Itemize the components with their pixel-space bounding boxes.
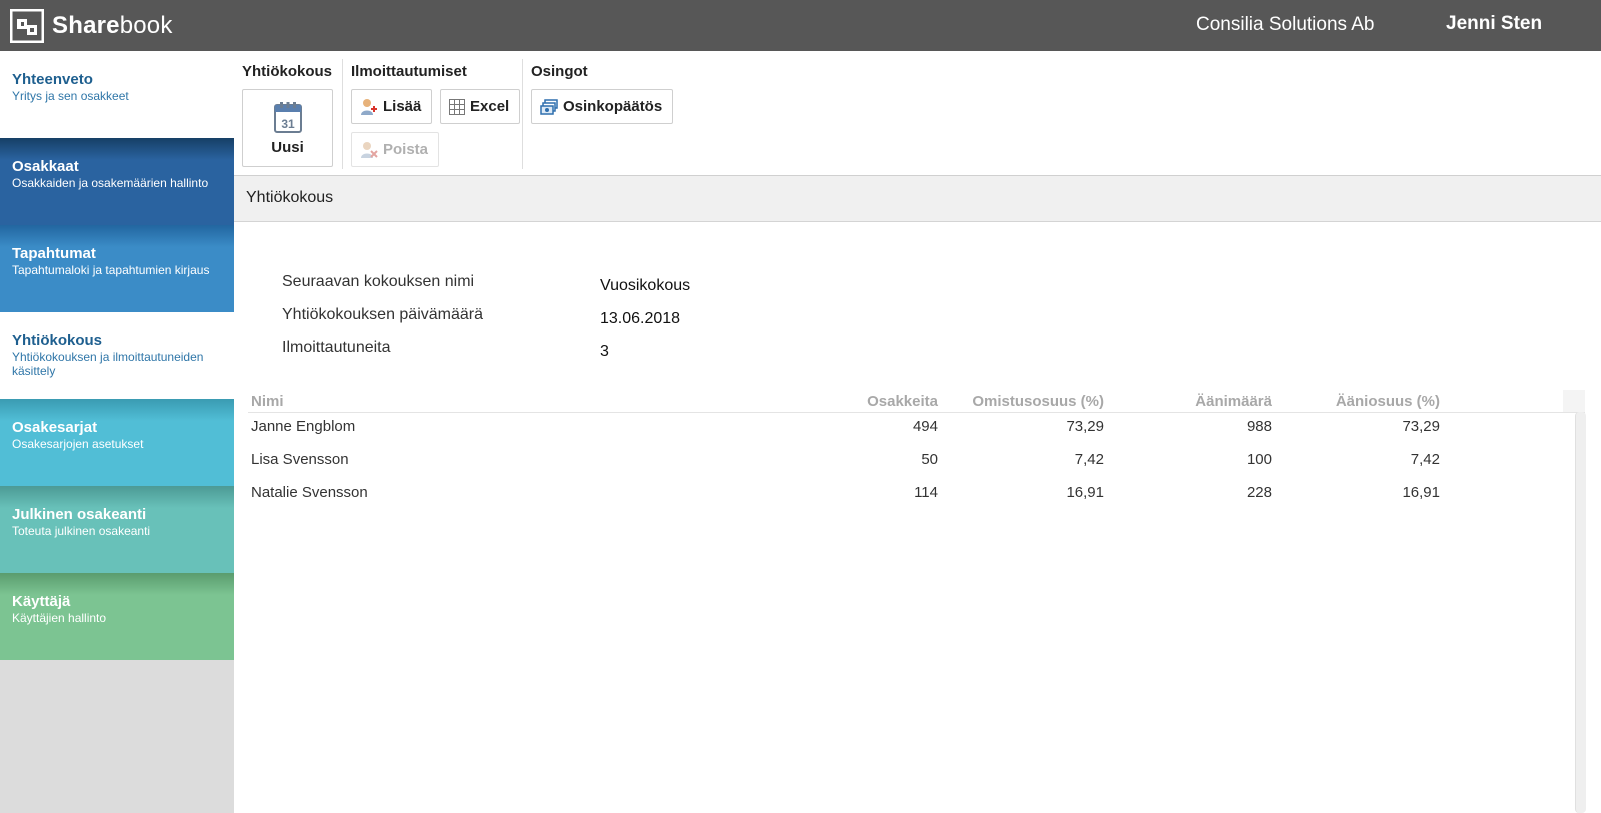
- sidebar-item-subtitle: Yhtiökokouksen ja ilmoittautuneiden käsi…: [12, 350, 204, 378]
- table-header-corner: [1563, 390, 1585, 413]
- cell-name: Janne Engblom: [251, 418, 356, 435]
- remove-label: Poista: [383, 141, 429, 158]
- sidebar-item-subtitle: Toteuta julkinen osakeanti: [12, 524, 151, 538]
- excel-label: Excel: [470, 98, 510, 115]
- table-row[interactable]: Lisa Svensson 50 7,42 100 7,42: [248, 451, 1563, 477]
- cell-name: Natalie Svensson: [251, 484, 368, 501]
- meeting-name-label: Seuraavan kokouksen nimi: [282, 273, 475, 290]
- dividend-decision-button[interactable]: Osinkopäätös: [531, 89, 674, 124]
- cell-votes: 228: [1246, 484, 1272, 501]
- app-logo[interactable]: Sharebook: [10, 8, 173, 44]
- new-meeting-label: Uusi: [271, 138, 304, 156]
- sidebar: Yhteenveto Yritys ja sen osakkeet Osakka…: [0, 51, 234, 813]
- meeting-name-value: Vuosikokous: [600, 277, 691, 294]
- sidebar-item-title: Osakesarjat: [12, 419, 98, 436]
- table-row[interactable]: Janne Engblom 494 73,29 988 73,29: [248, 418, 1563, 444]
- remove-registration-button[interactable]: Poista: [351, 132, 440, 167]
- add-user-icon: [361, 98, 377, 115]
- sidebar-item-osakkaat[interactable]: Osakkaat Osakkaiden ja osakemäärien hall…: [0, 138, 234, 225]
- column-header-votes[interactable]: Äänimäärä: [1108, 393, 1272, 410]
- cell-shares: 114: [914, 484, 938, 501]
- calendar-day-text: 31: [281, 117, 295, 131]
- new-meeting-button[interactable]: 31 Uusi: [242, 89, 333, 167]
- registered-count-value: 3: [600, 343, 609, 360]
- sharebook-logo-icon: [10, 9, 44, 43]
- column-header-ownership[interactable]: Omistusosuus (%): [928, 393, 1104, 410]
- sidebar-item-subtitle: Yritys ja sen osakkeet: [12, 89, 129, 103]
- cell-ownership: 16,91: [1066, 484, 1104, 501]
- table-grid-icon: [449, 98, 465, 115]
- dividend-label: Osinkopäätös: [563, 98, 663, 115]
- sidebar-item-title: Yhtiökokous: [12, 332, 103, 349]
- toolbar-separator: [522, 59, 523, 169]
- sidebar-item-yhtiokokous[interactable]: Yhtiökokous Yhtiökokouksen ja ilmoittaut…: [0, 312, 234, 399]
- sidebar-item-title: Käyttäjä: [12, 593, 71, 610]
- add-registration-button[interactable]: Lisää: [351, 89, 433, 124]
- column-header-name[interactable]: Nimi: [251, 393, 284, 410]
- sidebar-item-subtitle: Tapahtumaloki ja tapahtumien kirjaus: [12, 263, 210, 277]
- sidebar-item-julkinen-osakeanti[interactable]: Julkinen osakeanti Toteuta julkinen osak…: [0, 486, 234, 573]
- sidebar-item-title: Osakkaat: [12, 158, 79, 175]
- calendar-icon: 31: [273, 101, 302, 133]
- group-title-osingot: Osingot: [531, 63, 588, 80]
- column-header-vote-share[interactable]: Ääniosuus (%): [1278, 393, 1440, 410]
- meeting-date-value: 13.06.2018: [600, 310, 681, 327]
- group-title-yhtiokokous: Yhtiökokous: [242, 63, 333, 80]
- group-title-ilmoittautumiset: Ilmoittautumiset: [351, 63, 467, 80]
- remove-user-icon: [361, 141, 378, 158]
- registrations-table: Nimi Osakkeita Omistusosuus (%) Äänimäär…: [248, 390, 1586, 813]
- cell-votes: 100: [1246, 451, 1272, 468]
- meeting-date-label: Yhtiökokouksen päivämäärä: [282, 306, 484, 323]
- sidebar-item-yhteenveto[interactable]: Yhteenveto Yritys ja sen osakkeet: [0, 51, 234, 138]
- cell-shares: 50: [921, 451, 938, 468]
- cell-ownership: 73,29: [1066, 418, 1104, 435]
- cell-ownership: 7,42: [1074, 451, 1104, 468]
- sidebar-item-title: Tapahtumat: [12, 245, 96, 262]
- table-scrollbar[interactable]: [1575, 412, 1586, 813]
- logo-text: Sharebook: [52, 12, 173, 39]
- section-header: Yhtiökokous: [234, 176, 1601, 222]
- sidebar-item-osakesarjat[interactable]: Osakesarjat Osakesarjojen asetukset: [0, 399, 234, 486]
- cell-shares: 494: [912, 418, 938, 435]
- money-icon: [540, 98, 558, 115]
- sidebar-item-subtitle: Osakkaiden ja osakemäärien hallinto: [12, 176, 209, 190]
- ribbon-toolbar: Yhtiökokous 31 Uusi Ilmoittautumiset Lis…: [234, 51, 1601, 176]
- sidebar-item-title: Julkinen osakeanti: [12, 506, 147, 523]
- table-row[interactable]: Natalie Svensson 114 16,91 228 16,91: [248, 484, 1563, 510]
- registered-count-label: Ilmoittautuneita: [282, 339, 391, 356]
- cell-vote-share: 7,42: [1410, 451, 1440, 468]
- cell-name: Lisa Svensson: [251, 451, 349, 468]
- sidebar-item-subtitle: Käyttäjien hallinto: [12, 611, 107, 625]
- user-name[interactable]: Jenni Sten: [1446, 13, 1542, 35]
- sidebar-item-title: Yhteenveto: [12, 71, 93, 88]
- excel-export-button[interactable]: Excel: [440, 89, 521, 124]
- company-name[interactable]: Consilia Solutions Ab: [1196, 14, 1375, 36]
- sidebar-item-kayttaja[interactable]: Käyttäjä Käyttäjien hallinto: [0, 573, 234, 660]
- add-label: Lisää: [383, 98, 422, 115]
- column-header-shares[interactable]: Osakkeita: [718, 393, 938, 410]
- section-title: Yhtiökokous: [246, 189, 334, 206]
- sidebar-item-tapahtumat[interactable]: Tapahtumat Tapahtumaloki ja tapahtumien …: [0, 225, 234, 312]
- sidebar-item-subtitle: Osakesarjojen asetukset: [12, 437, 144, 451]
- toolbar-separator: [342, 59, 343, 169]
- cell-vote-share: 73,29: [1402, 418, 1440, 435]
- cell-vote-share: 16,91: [1402, 484, 1440, 501]
- top-bar: Sharebook Consilia Solutions Ab Jenni St…: [0, 0, 1601, 51]
- cell-votes: 988: [1246, 418, 1272, 435]
- table-header: Nimi Osakkeita Omistusosuus (%) Äänimäär…: [248, 390, 1563, 413]
